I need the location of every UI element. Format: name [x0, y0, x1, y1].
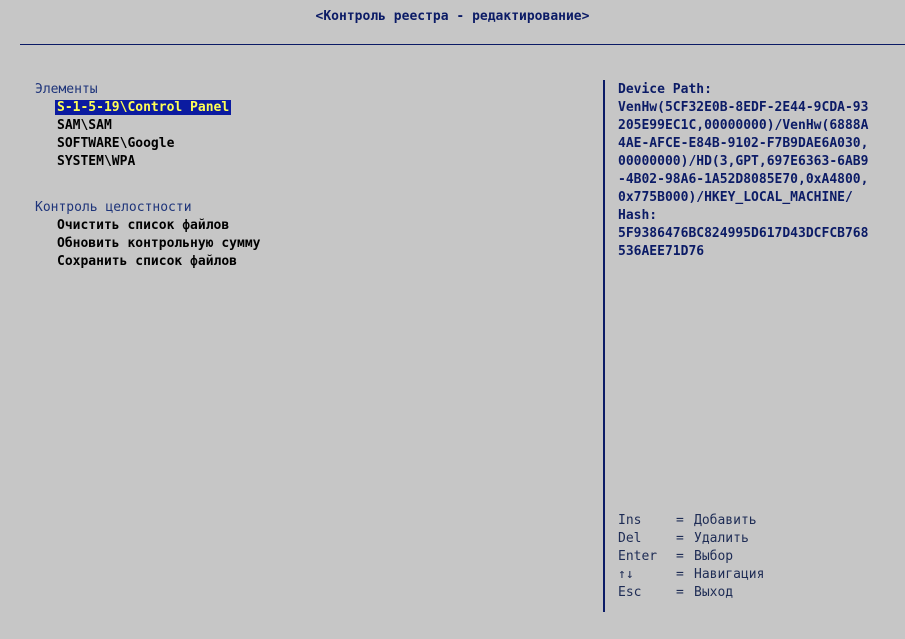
device-path-label: Device Path: [618, 82, 712, 97]
help-row-delete: Del = Удалить [618, 530, 905, 548]
menu-item-label: SAM\SAM [57, 118, 112, 133]
menu-item-software-google[interactable]: SOFTWARE\Google [55, 135, 575, 153]
details-panel: Device Path: VenHw(5CF32E0B-8EDF-2E44-9C… [618, 81, 905, 261]
help-equals: = [676, 531, 684, 546]
help-row-escape: Esc = Выход [618, 584, 905, 602]
help-row-insert: Ins = Добавить [618, 512, 905, 530]
title-bar: <Контроль реестра - редактирование> [0, 0, 905, 32]
registry-control-screen: <Контроль реестра - редактирование> Элем… [0, 0, 905, 639]
device-path-line: 00000000)/HD(3,GPT,697E6363-6AB9 [618, 154, 869, 169]
menu-panel: Элементы S-1-5-19\Control Panel SAM\SAM … [35, 81, 575, 271]
help-equals: = [676, 585, 684, 600]
help-key: ↑↓ [618, 567, 634, 582]
hash-label: Hash: [618, 208, 658, 223]
device-path-line: -4B02-98A6-1A52D8085E70,0xA4800, [618, 172, 869, 187]
menu-item-label: Обновить контрольную сумму [57, 236, 261, 251]
help-action: Навигация [694, 567, 765, 582]
help-key: Del [618, 531, 642, 546]
device-path-line: 205E99EC1C,00000000)/VenHw(6888A [618, 118, 869, 133]
menu-item-system-wpa[interactable]: SYSTEM\WPA [55, 153, 575, 171]
help-action: Добавить [694, 513, 757, 528]
help-key: Enter [618, 549, 658, 564]
help-equals: = [676, 513, 684, 528]
help-action: Выход [694, 585, 734, 600]
menu-item-label: SYSTEM\WPA [57, 154, 136, 169]
key-help: Ins = Добавить Del = Удалить Enter = Выб… [618, 512, 905, 602]
help-key: Ins [618, 513, 642, 528]
device-path-line: VenHw(5CF32E0B-8EDF-2E44-9CDA-93 [618, 100, 869, 115]
device-path-line: 4AE-AFCE-E84B-9102-F7B9DAE6A030, [618, 136, 869, 151]
menu-item-label: S-1-5-19\Control Panel [55, 100, 232, 115]
help-equals: = [676, 567, 684, 582]
help-action: Удалить [694, 531, 749, 546]
vertical-divider [603, 80, 605, 612]
integrity-section-header: Контроль целостности [35, 200, 192, 215]
menu-item-label: Очистить список файлов [57, 218, 230, 233]
menu-item-label: Сохранить список файлов [57, 254, 238, 269]
save-file-list-item[interactable]: Сохранить список файлов [55, 253, 575, 271]
window-title: <Контроль реестра - редактирование> [315, 9, 590, 24]
help-action: Выбор [694, 549, 734, 564]
device-path-line: 0x775B000)/HKEY_LOCAL_MACHINE/ [618, 190, 853, 205]
hash-value-line: 536AEE71D76 [618, 244, 705, 259]
help-row-enter: Enter = Выбор [618, 548, 905, 566]
hash-value-line: 5F9386476BC824995D617D43DCFCB768 [618, 226, 869, 241]
help-equals: = [676, 549, 684, 564]
menu-item-control-panel[interactable]: S-1-5-19\Control Panel [55, 99, 575, 117]
help-key: Esc [618, 585, 642, 600]
elements-section-header: Элементы [35, 82, 98, 97]
update-checksum-item[interactable]: Обновить контрольную сумму [55, 235, 575, 253]
menu-item-sam[interactable]: SAM\SAM [55, 117, 575, 135]
title-divider [20, 44, 905, 45]
help-row-navigation: ↑↓ = Навигация [618, 566, 905, 584]
menu-item-label: SOFTWARE\Google [57, 136, 175, 151]
clear-file-list-item[interactable]: Очистить список файлов [55, 217, 575, 235]
